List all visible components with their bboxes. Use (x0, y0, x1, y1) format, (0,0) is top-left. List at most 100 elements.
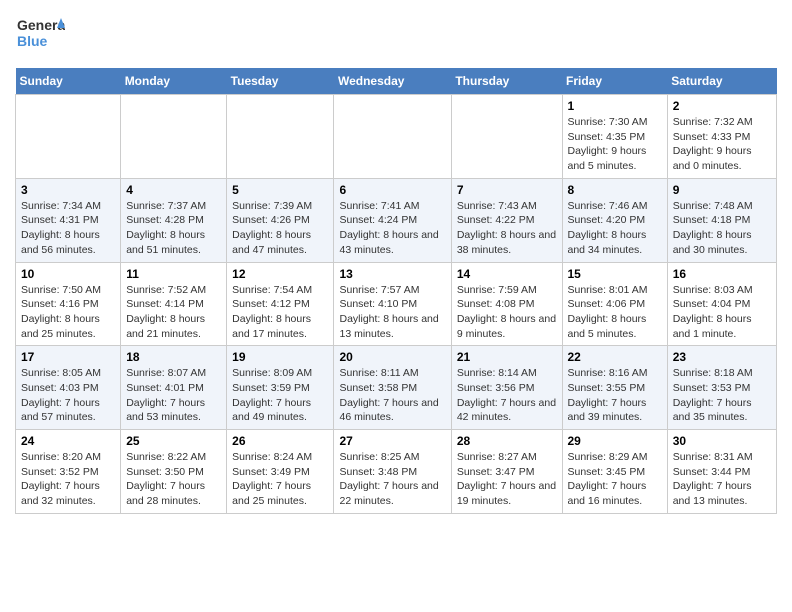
day-cell-6: 6Sunrise: 7:41 AMSunset: 4:24 PMDaylight… (334, 178, 451, 262)
day-cell-3: 3 Sunrise: 7:34 AMSunset: 4:31 PMDaylight… (16, 178, 121, 262)
day-info: Sunrise: 7:32 AMSunset: 4:33 PMDaylight:… (673, 115, 771, 174)
day-number: 25 (126, 434, 221, 448)
day-info: Sunrise: 8:27 AMSunset: 3:47 PMDaylight:… (457, 450, 557, 509)
day-cell-8: 8 Sunrise: 7:46 AMSunset: 4:20 PMDaylight… (562, 178, 667, 262)
day-cell-empty (16, 95, 121, 179)
day-number: 14 (457, 267, 557, 281)
day-info: Sunrise: 7:37 AMSunset: 4:28 PMDaylight:… (126, 199, 221, 258)
day-number: 4 (126, 183, 221, 197)
day-cell-22: 22 Sunrise: 8:16 AMSunset: 3:55 PMDayligh… (562, 346, 667, 430)
header: General Blue (15, 10, 777, 60)
day-cell-12: 12 Sunrise: 7:54 AMSunset: 4:12 PMDayligh… (227, 262, 334, 346)
svg-text:General: General (17, 17, 65, 33)
day-number: 10 (21, 267, 115, 281)
day-cell-28: 28 Sunrise: 8:27 AMSunset: 3:47 PMDayligh… (451, 430, 562, 514)
day-info: Sunrise: 8:22 AMSunset: 3:50 PMDaylight:… (126, 450, 221, 509)
column-header-thursday: Thursday (451, 68, 562, 95)
day-cell-25: 25 Sunrise: 8:22 AMSunset: 3:50 PMDayligh… (121, 430, 227, 514)
day-info: Sunrise: 8:16 AMSunset: 3:55 PMDaylight:… (568, 366, 662, 425)
day-cell-11: 11 Sunrise: 7:52 AMSunset: 4:14 PMDayligh… (121, 262, 227, 346)
day-info: Sunrise: 7:43 AMSunset: 4:22 PMDaylight:… (457, 199, 557, 258)
week-row-4: 17 Sunrise: 8:05 AMSunset: 4:03 PMDayligh… (16, 346, 777, 430)
header-row: SundayMondayTuesdayWednesdayThursdayFrid… (16, 68, 777, 95)
day-info: Sunrise: 7:54 AMSunset: 4:12 PMDaylight:… (232, 283, 328, 342)
day-cell-5: 5 Sunrise: 7:39 AMSunset: 4:26 PMDaylight… (227, 178, 334, 262)
day-cell-23: 23 Sunrise: 8:18 AMSunset: 3:53 PMDayligh… (667, 346, 776, 430)
column-header-monday: Monday (121, 68, 227, 95)
day-info: Sunrise: 7:34 AMSunset: 4:31 PMDaylight:… (21, 199, 115, 258)
logo-svg: General Blue (15, 10, 65, 60)
day-cell-17: 17 Sunrise: 8:05 AMSunset: 4:03 PMDayligh… (16, 346, 121, 430)
day-cell-18: 18 Sunrise: 8:07 AMSunset: 4:01 PMDayligh… (121, 346, 227, 430)
week-row-1: 1 Sunrise: 7:30 AMSunset: 4:35 PMDaylight… (16, 95, 777, 179)
day-cell-13: 13Sunrise: 7:57 AMSunset: 4:10 PMDayligh… (334, 262, 451, 346)
day-cell-16: 16 Sunrise: 8:03 AMSunset: 4:04 PMDayligh… (667, 262, 776, 346)
day-number: 3 (21, 183, 115, 197)
day-cell-7: 7 Sunrise: 7:43 AMSunset: 4:22 PMDaylight… (451, 178, 562, 262)
day-info: Sunrise: 7:39 AMSunset: 4:26 PMDaylight:… (232, 199, 328, 258)
day-cell-4: 4 Sunrise: 7:37 AMSunset: 4:28 PMDaylight… (121, 178, 227, 262)
day-cell-30: 30 Sunrise: 8:31 AMSunset: 3:44 PMDayligh… (667, 430, 776, 514)
week-row-5: 24 Sunrise: 8:20 AMSunset: 3:52 PMDayligh… (16, 430, 777, 514)
day-info: Sunrise: 8:05 AMSunset: 4:03 PMDaylight:… (21, 366, 115, 425)
day-cell-19: 19Sunrise: 8:09 AMSunset: 3:59 PMDayligh… (227, 346, 334, 430)
day-cell-20: 20Sunrise: 8:11 AMSunset: 3:58 PMDayligh… (334, 346, 451, 430)
day-info: Sunrise: 8:07 AMSunset: 4:01 PMDaylight:… (126, 366, 221, 425)
day-info: Sunrise: 7:50 AMSunset: 4:16 PMDaylight:… (21, 283, 115, 342)
day-number: 8 (568, 183, 662, 197)
day-number: 12 (232, 267, 328, 281)
day-number: 28 (457, 434, 557, 448)
day-info: Sunrise: 8:20 AMSunset: 3:52 PMDaylight:… (21, 450, 115, 509)
day-number: 2 (673, 99, 771, 113)
day-number: 17 (21, 350, 115, 364)
day-number: 22 (568, 350, 662, 364)
day-cell-27: 27Sunrise: 8:25 AMSunset: 3:48 PMDayligh… (334, 430, 451, 514)
day-number: 30 (673, 434, 771, 448)
day-info: Sunrise: 8:31 AMSunset: 3:44 PMDaylight:… (673, 450, 771, 509)
column-header-saturday: Saturday (667, 68, 776, 95)
day-info: Sunrise: 8:24 AMSunset: 3:49 PMDaylight:… (232, 450, 328, 509)
day-info: Sunrise: 8:14 AMSunset: 3:56 PMDaylight:… (457, 366, 557, 425)
day-cell-9: 9 Sunrise: 7:48 AMSunset: 4:18 PMDaylight… (667, 178, 776, 262)
day-number: 16 (673, 267, 771, 281)
day-number: 6 (339, 183, 445, 197)
day-info: Sunrise: 7:46 AMSunset: 4:20 PMDaylight:… (568, 199, 662, 258)
day-info: Sunrise: 8:11 AMSunset: 3:58 PMDaylight:… (339, 366, 445, 425)
column-header-sunday: Sunday (16, 68, 121, 95)
day-info: Sunrise: 8:03 AMSunset: 4:04 PMDaylight:… (673, 283, 771, 342)
logo: General Blue (15, 10, 65, 60)
day-cell-empty (227, 95, 334, 179)
day-info: Sunrise: 8:01 AMSunset: 4:06 PMDaylight:… (568, 283, 662, 342)
day-info: Sunrise: 7:30 AMSunset: 4:35 PMDaylight:… (568, 115, 662, 174)
day-cell-24: 24 Sunrise: 8:20 AMSunset: 3:52 PMDayligh… (16, 430, 121, 514)
day-cell-21: 21 Sunrise: 8:14 AMSunset: 3:56 PMDayligh… (451, 346, 562, 430)
day-number: 11 (126, 267, 221, 281)
day-info: Sunrise: 8:25 AMSunset: 3:48 PMDaylight:… (339, 450, 445, 509)
day-number: 1 (568, 99, 662, 113)
day-cell-2: 2 Sunrise: 7:32 AMSunset: 4:33 PMDaylight… (667, 95, 776, 179)
day-info: Sunrise: 8:29 AMSunset: 3:45 PMDaylight:… (568, 450, 662, 509)
column-header-tuesday: Tuesday (227, 68, 334, 95)
day-info: Sunrise: 7:57 AMSunset: 4:10 PMDaylight:… (339, 283, 445, 342)
day-number: 21 (457, 350, 557, 364)
day-number: 18 (126, 350, 221, 364)
day-info: Sunrise: 7:52 AMSunset: 4:14 PMDaylight:… (126, 283, 221, 342)
day-cell-15: 15Sunrise: 8:01 AMSunset: 4:06 PMDayligh… (562, 262, 667, 346)
day-cell-10: 10 Sunrise: 7:50 AMSunset: 4:16 PMDayligh… (16, 262, 121, 346)
svg-text:Blue: Blue (17, 33, 48, 49)
day-number: 7 (457, 183, 557, 197)
calendar-table: SundayMondayTuesdayWednesdayThursdayFrid… (15, 68, 777, 514)
week-row-2: 3 Sunrise: 7:34 AMSunset: 4:31 PMDaylight… (16, 178, 777, 262)
day-number: 26 (232, 434, 328, 448)
day-cell-14: 14Sunrise: 7:59 AMSunset: 4:08 PMDayligh… (451, 262, 562, 346)
day-number: 29 (568, 434, 662, 448)
day-number: 23 (673, 350, 771, 364)
day-cell-1: 1 Sunrise: 7:30 AMSunset: 4:35 PMDaylight… (562, 95, 667, 179)
day-info: Sunrise: 7:48 AMSunset: 4:18 PMDaylight:… (673, 199, 771, 258)
day-number: 24 (21, 434, 115, 448)
day-cell-29: 29 Sunrise: 8:29 AMSunset: 3:45 PMDayligh… (562, 430, 667, 514)
day-number: 5 (232, 183, 328, 197)
day-cell-empty (121, 95, 227, 179)
day-info: Sunrise: 8:18 AMSunset: 3:53 PMDaylight:… (673, 366, 771, 425)
day-number: 9 (673, 183, 771, 197)
